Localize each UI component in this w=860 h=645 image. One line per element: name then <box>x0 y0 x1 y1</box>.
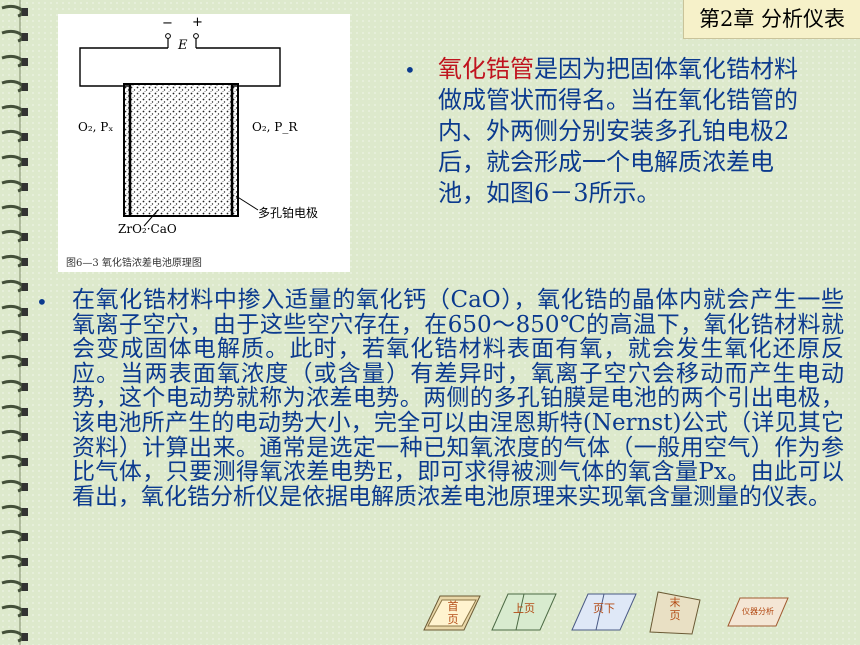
last-page-button[interactable]: 末页 <box>644 590 704 636</box>
binding-hole <box>22 83 28 91</box>
left-gas-label: O₂, Pₓ <box>78 120 114 134</box>
spiral-ring <box>1 79 24 93</box>
chapter-label: 第2章 分析仪表 <box>683 0 860 39</box>
plus-sign: + <box>192 15 203 30</box>
binding-hole <box>22 283 28 291</box>
binding-hole <box>22 208 28 216</box>
bullet-2: • <box>36 290 48 314</box>
bullet-1: • <box>404 58 416 82</box>
electrode-label: 多孔铂电极 <box>258 206 319 220</box>
last-page-label: 末页 <box>669 596 681 622</box>
binding-hole <box>22 183 28 191</box>
paragraph-1: 氧化锆管是因为把固体氧化锆材料做成管状而得名。当在氧化锆管的内、外两侧分别安装多… <box>438 54 818 209</box>
spiral-ring <box>1 429 24 443</box>
next-page-button[interactable]: 页下 <box>570 590 638 636</box>
spiral-ring <box>1 129 24 143</box>
spiral-ring <box>1 454 24 468</box>
binding-hole <box>22 108 28 116</box>
binding-hole <box>22 408 28 416</box>
first-page-button[interactable]: 首页 <box>420 590 484 636</box>
binding-hole <box>22 633 28 641</box>
first-page-label: 首页 <box>447 600 459 626</box>
binding-hole <box>22 433 28 441</box>
binding-hole <box>22 58 28 66</box>
emf-label: E <box>178 38 188 53</box>
spiral-ring <box>1 254 24 268</box>
binding-hole <box>22 308 28 316</box>
spiral-ring <box>1 229 24 243</box>
binding-hole <box>22 558 28 566</box>
binding-hole <box>22 458 28 466</box>
spiral-ring <box>1 479 24 493</box>
material-label: ZrO₂·CaO <box>118 222 177 236</box>
binding-hole <box>22 483 28 491</box>
spiral-ring <box>1 554 24 568</box>
prev-page-label: 上页 <box>513 602 535 615</box>
binding-hole <box>22 583 28 591</box>
spiral-ring <box>1 304 24 318</box>
spiral-ring <box>1 404 24 418</box>
spiral-ring <box>1 579 24 593</box>
spiral-ring <box>1 104 24 118</box>
figure-caption: 图6—3 氧化锆浓差电池原理图 <box>66 258 202 269</box>
spiral-ring <box>1 604 24 618</box>
binding-hole <box>22 33 28 41</box>
figure-cell-diagram: − + E O₂, Pₓ O₂, P_R 多孔铂电极 ZrO₂·CaO 图6—3… <box>58 14 350 272</box>
spiral-ring <box>1 29 24 43</box>
binding-hole <box>22 133 28 141</box>
next-page-label: 页下 <box>593 602 615 615</box>
binding-hole <box>22 383 28 391</box>
prev-page-button[interactable]: 上页 <box>490 590 558 636</box>
binding-hole <box>22 158 28 166</box>
paragraph-2: 在氧化锆材料中掺入适量的氧化钙（CaO），氧化锆的晶体内就会产生一些氧离子空穴，… <box>72 288 844 509</box>
spiral-ring <box>1 154 24 168</box>
spiral-ring <box>1 354 24 368</box>
spiral-ring <box>1 379 24 393</box>
binding-hole <box>22 358 28 366</box>
spiral-ring <box>1 629 24 643</box>
paragraph-2-text: 在氧化锆材料中掺入适量的氧化钙（CaO），氧化锆的晶体内就会产生一些氧离子空穴，… <box>72 287 844 510</box>
spiral-ring <box>1 504 24 518</box>
spiral-ring <box>1 329 24 343</box>
spiral-ring <box>1 179 24 193</box>
spiral-ring <box>1 204 24 218</box>
minus-sign: − <box>162 16 173 31</box>
binding-hole <box>22 233 28 241</box>
spiral-ring <box>1 4 24 18</box>
binding-hole <box>22 533 28 541</box>
toc-button[interactable]: 仪器分析 <box>726 594 790 630</box>
navigation-bar: 首页 上页 页下 末页 仪器分析 <box>400 590 800 642</box>
right-gas-label: O₂, P_R <box>252 120 298 134</box>
toc-label: 仪器分析 <box>742 607 774 616</box>
spiral-ring <box>1 529 24 543</box>
spiral-ring <box>1 54 24 68</box>
binding-hole <box>22 508 28 516</box>
spiral-ring <box>1 279 24 293</box>
binding-hole <box>22 258 28 266</box>
highlight-term: 氧化锆管 <box>438 55 534 83</box>
spiral-binding <box>1 0 28 645</box>
binding-hole <box>22 608 28 616</box>
binding-hole <box>22 333 28 341</box>
binding-hole <box>22 8 28 16</box>
